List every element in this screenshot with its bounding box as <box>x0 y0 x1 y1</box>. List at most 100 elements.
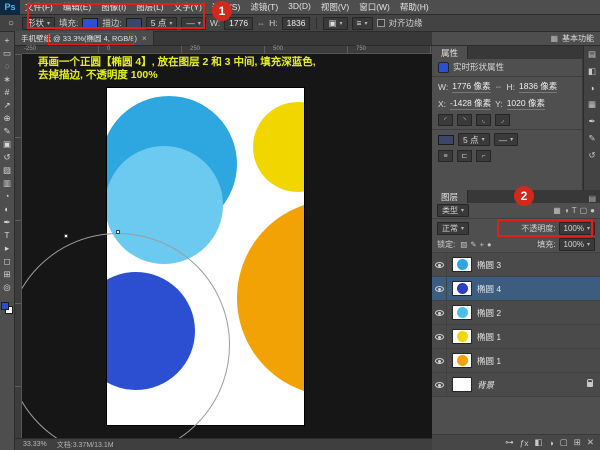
layer-thumbnail[interactable] <box>452 257 472 272</box>
stroke-align-icon[interactable]: ≡ <box>438 150 453 162</box>
link-layers-icon[interactable]: ⊶ <box>505 437 514 448</box>
corner-bottom-right-icon[interactable]: ◞ <box>495 114 510 126</box>
workspace-switcher[interactable]: 基本功能 <box>562 33 594 44</box>
path-alignment-dropdown[interactable]: ≡ ▾ <box>352 17 373 30</box>
tab-properties[interactable]: 属性 <box>432 46 468 59</box>
zoom-tool[interactable]: ◎ <box>3 283 10 292</box>
layer-row-5[interactable]: 椭圆 1 <box>432 349 600 373</box>
delete-layer-icon[interactable]: ✕ <box>587 437 594 448</box>
prop-w-value[interactable]: 1776 像素 <box>452 80 490 93</box>
align-edges-checkbox[interactable] <box>377 19 385 27</box>
layer-row-3[interactable]: 椭圆 2 <box>432 301 600 325</box>
adjustment-layer-icon[interactable]: ◑ <box>549 438 554 448</box>
filter-shape-layers-icon[interactable]: ▢ <box>580 206 588 215</box>
menu-item-11[interactable]: 帮助(H) <box>395 1 434 13</box>
panel-menu-icon[interactable]: ▤ <box>588 194 596 203</box>
layer-row-6[interactable]: 背景 <box>432 373 600 397</box>
prop-stroke-swatch[interactable] <box>438 135 454 145</box>
clone-stamp-tool[interactable]: ▣ <box>3 140 11 149</box>
layer-row-2[interactable]: 椭圆 4 <box>432 277 600 301</box>
brush-tool[interactable]: ✎ <box>3 127 10 136</box>
layer-thumbnail[interactable] <box>452 353 472 368</box>
layer-group-icon[interactable]: ▢ <box>560 437 568 448</box>
visibility-toggle[interactable] <box>432 373 447 397</box>
path-operations-dropdown[interactable]: ▣ ▾ <box>323 17 347 30</box>
filter-adjustment-layers-icon[interactable]: ◑ <box>564 206 569 215</box>
corner-bottom-left-icon[interactable]: ◟ <box>476 114 491 126</box>
dodge-tool[interactable]: ◐ <box>4 205 9 214</box>
dock-channels-icon[interactable]: ▦ <box>588 99 596 110</box>
filter-smart-objects-icon[interactable]: ● <box>590 206 595 215</box>
layer-style-icon[interactable]: ƒx <box>520 438 529 448</box>
move-tool[interactable]: + <box>5 36 10 45</box>
lock-transparent-pixels-icon[interactable]: ▨ <box>460 240 467 249</box>
canvas[interactable]: 再画一个正圆【椭圆 4】, 放在图层 2 和 3 中间, 填充深蓝色, 去掉描边… <box>22 54 432 438</box>
new-layer-icon[interactable]: ⊞ <box>574 437 581 448</box>
eyedropper-tool[interactable]: ↗ <box>3 101 10 110</box>
menu-item-9[interactable]: 视图(V) <box>316 1 354 13</box>
lock-position-icon[interactable]: + <box>480 240 484 249</box>
link-dimensions-icon[interactable]: ⇔ <box>257 19 265 28</box>
history-brush-tool[interactable]: ↺ <box>3 153 10 162</box>
visibility-toggle[interactable] <box>432 253 447 277</box>
dock-brush-icon[interactable]: ✎ <box>588 133 595 144</box>
stroke-corner-icon[interactable]: ⌐ <box>476 150 491 162</box>
visibility-toggle[interactable] <box>432 277 447 301</box>
crop-tool[interactable]: # <box>5 88 10 97</box>
visibility-toggle[interactable] <box>432 349 447 373</box>
eraser-tool[interactable]: ▨ <box>3 166 11 175</box>
corner-top-right-icon[interactable]: ◝ <box>457 114 472 126</box>
color-swatches[interactable] <box>1 302 13 314</box>
layer-row-1[interactable]: 椭圆 3 <box>432 253 600 277</box>
menu-item-10[interactable]: 窗口(W) <box>354 1 395 13</box>
hand-tool[interactable]: ⊞ <box>3 270 10 279</box>
close-tab-icon[interactable]: × <box>142 34 147 43</box>
dock-history-icon[interactable]: ↺ <box>588 150 595 161</box>
corner-top-left-icon[interactable]: ◜ <box>438 114 453 126</box>
path-anchor-point[interactable] <box>116 230 120 234</box>
layer-thumbnail[interactable] <box>452 281 472 296</box>
lasso-tool[interactable]: ◌ <box>4 62 9 71</box>
path-anchor-point[interactable] <box>64 234 68 238</box>
magic-wand-tool[interactable]: ∗ <box>3 75 10 84</box>
layer-mask-icon[interactable]: ◧ <box>535 437 543 448</box>
zoom-level-field[interactable]: 33.33% <box>23 441 47 448</box>
fill-opacity-dropdown[interactable]: 100% ▾ <box>559 238 595 251</box>
foreground-color-swatch[interactable] <box>1 302 9 310</box>
dock-styles-icon[interactable]: ◑ <box>589 83 594 93</box>
lock-image-pixels-icon[interactable]: ✎ <box>470 240 476 249</box>
filter-pixel-layers-icon[interactable]: ▦ <box>553 206 561 215</box>
layer-thumbnail[interactable] <box>452 377 472 392</box>
height-field[interactable]: 1836 <box>282 17 311 30</box>
filter-type-layers-icon[interactable]: T <box>572 206 577 215</box>
layer-thumbnail[interactable] <box>452 329 472 344</box>
stroke-caps-icon[interactable]: ⊏ <box>457 150 472 162</box>
visibility-toggle[interactable] <box>432 301 447 325</box>
tab-layers[interactable]: 图层 <box>432 190 468 203</box>
gradient-tool[interactable]: ▥ <box>3 179 11 188</box>
visibility-toggle[interactable] <box>432 325 447 349</box>
prop-stroke-style-dropdown[interactable]: — ▾ <box>494 133 519 146</box>
dock-paths-icon[interactable]: ✒ <box>588 116 595 127</box>
dock-adjustments-icon[interactable]: ◧ <box>588 66 596 77</box>
layer-filter-dropdown[interactable]: 类型 ▾ <box>437 204 469 217</box>
prop-h-value[interactable]: 1836 像素 <box>519 80 557 93</box>
path-selection-tool[interactable]: ▸ <box>5 244 9 253</box>
layer-row-4[interactable]: 椭圆 1 <box>432 325 600 349</box>
type-tool[interactable]: T <box>4 231 9 240</box>
shape-tool[interactable]: ◻ <box>3 257 10 266</box>
layer-thumbnail[interactable] <box>452 305 472 320</box>
prop-stroke-width-dropdown[interactable]: 5 点 ▾ <box>458 133 490 146</box>
rectangular-marquee-tool[interactable]: ▭ <box>3 49 11 58</box>
lock-all-icon[interactable]: ● <box>487 240 492 249</box>
prop-x-value[interactable]: -1428 像素 <box>450 97 491 110</box>
dock-swatches-icon[interactable]: ▤ <box>588 49 596 60</box>
prop-y-value[interactable]: 1020 像素 <box>507 97 545 110</box>
menu-item-7[interactable]: 滤镜(T) <box>245 1 283 13</box>
menu-item-8[interactable]: 3D(D) <box>283 1 316 13</box>
blend-mode-dropdown[interactable]: 正常 ▾ <box>437 222 469 235</box>
pen-tool[interactable]: ✒ <box>3 218 10 227</box>
healing-brush-tool[interactable]: ⊕ <box>3 114 10 123</box>
blur-tool[interactable]: ◔ <box>4 192 9 201</box>
link-dimensions-icon[interactable]: ⇔ <box>495 82 503 91</box>
